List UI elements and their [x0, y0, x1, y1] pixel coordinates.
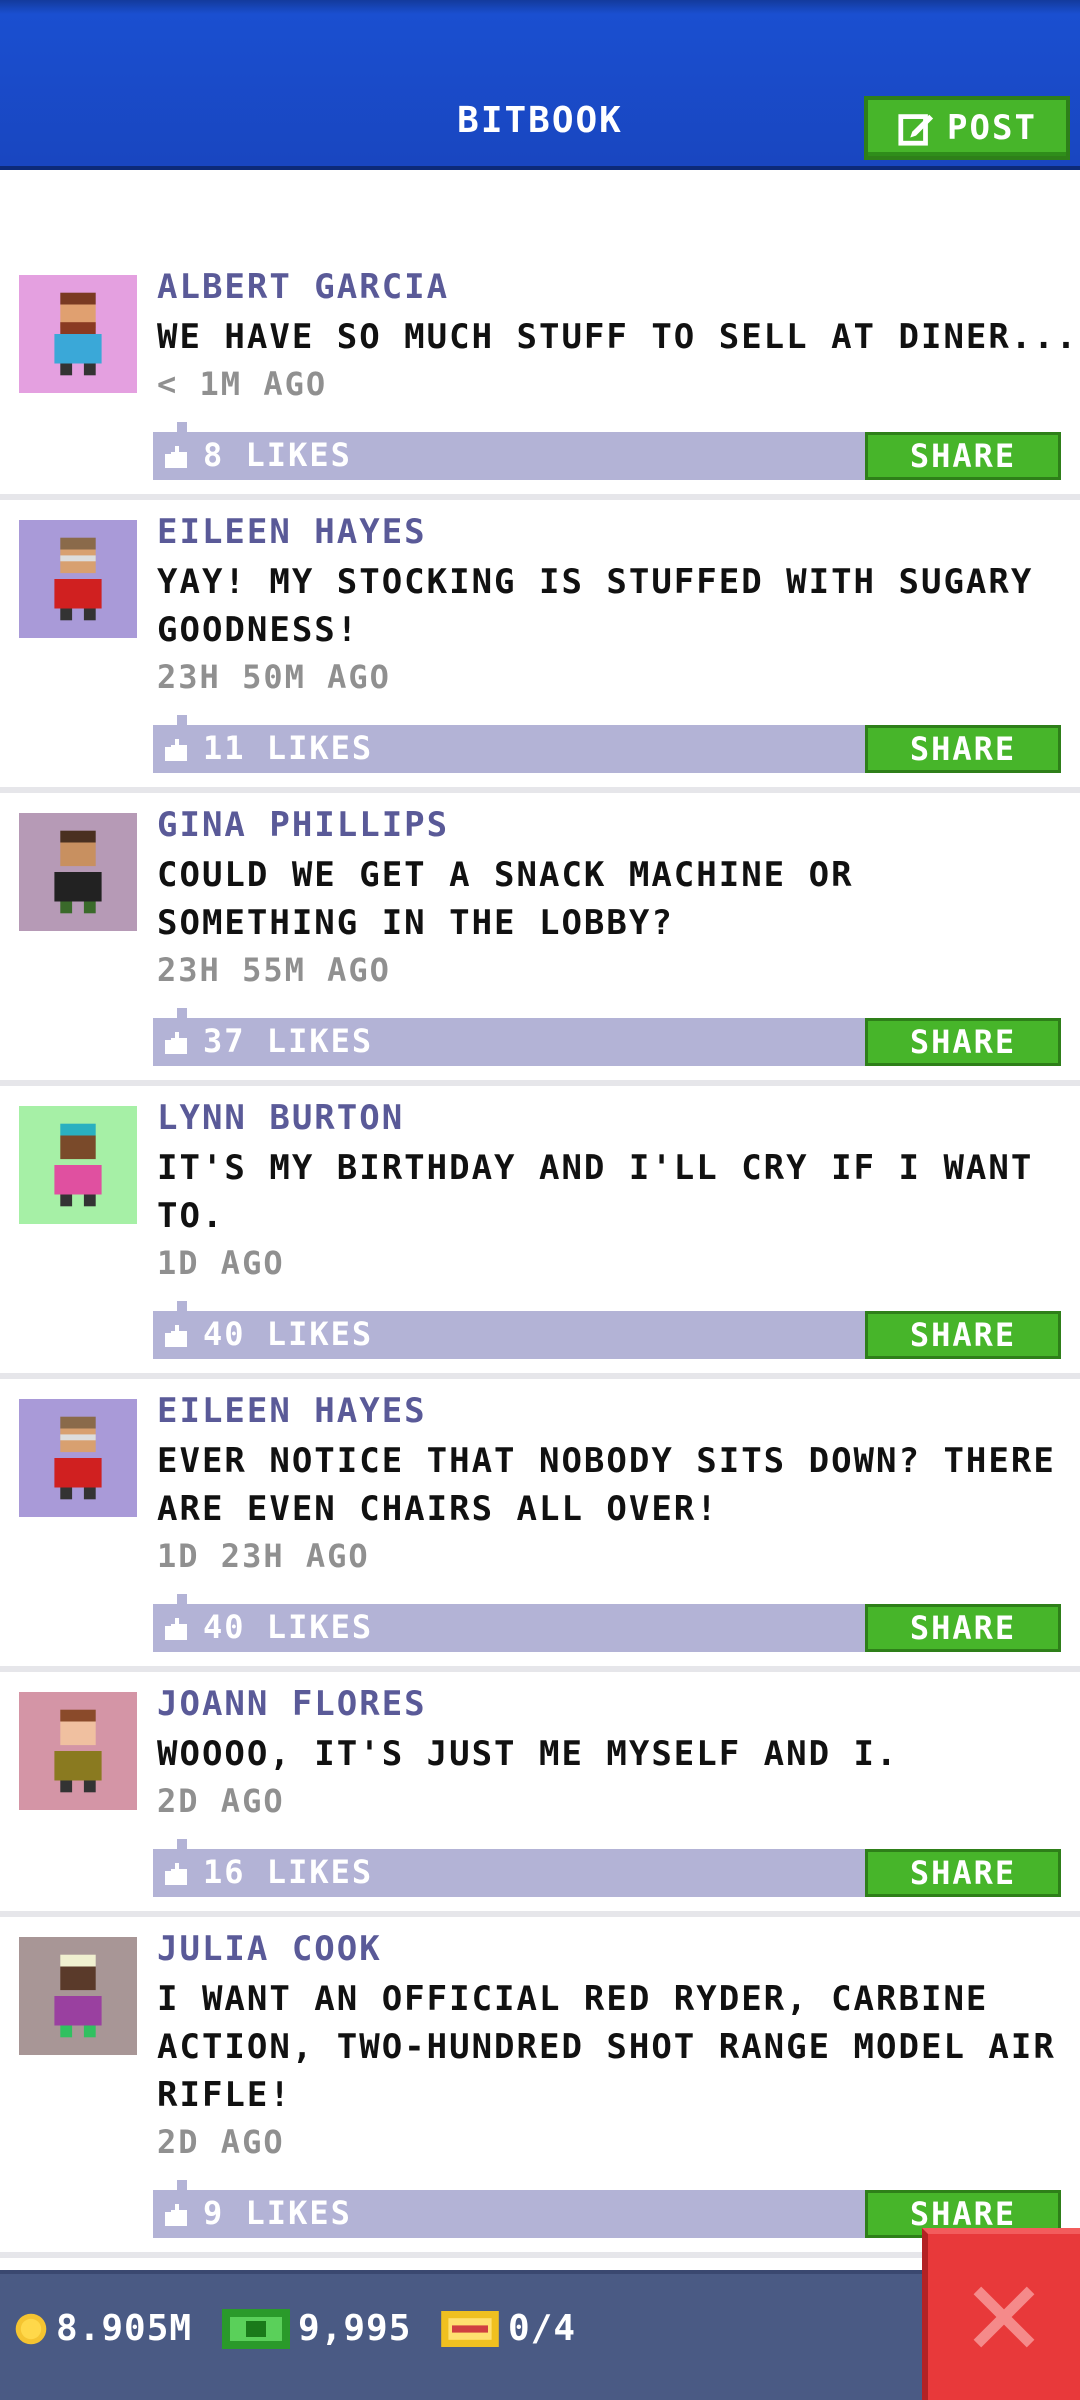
post-time: < 1M AGO: [157, 365, 328, 403]
character-avatar-icon: [54, 830, 102, 914]
character-avatar-icon: [54, 1709, 102, 1793]
post-time: 23H 50M AGO: [157, 658, 391, 696]
post-text: I WANT AN OFFICIAL RED RYDER, CARBINE AC…: [157, 1979, 1056, 2115]
thumbs-up-icon: [165, 446, 187, 468]
feed-post: GINA PHILLIPS COULD WE GET A SNACK MACHI…: [0, 793, 1080, 1086]
avatar: [19, 813, 137, 931]
coins-stat: 8.905M: [14, 2308, 192, 2349]
post-text: YAY! MY STOCKING IS STUFFED WITH SUGARY …: [157, 562, 1034, 650]
close-button[interactable]: [922, 2228, 1080, 2400]
share-button[interactable]: SHARE: [865, 1604, 1061, 1652]
thumbs-up-icon: [165, 739, 187, 761]
character-avatar-icon: [54, 1954, 102, 2038]
avatar: [19, 1106, 137, 1224]
post-button[interactable]: POST: [864, 96, 1070, 160]
thumbs-up-icon: [165, 1863, 187, 1885]
bux-stat: 9,995: [222, 2308, 411, 2349]
likes-bar: 37 LIKES SHARE: [153, 1008, 1061, 1066]
bux-value: 9,995: [298, 2308, 412, 2349]
post-text: COULD WE GET A SNACK MACHINE OR SOMETHIN…: [157, 855, 854, 943]
likes-bar: 40 LIKES SHARE: [153, 1301, 1061, 1359]
likes-count: 9 LIKES: [203, 2194, 352, 2232]
character-avatar-icon: [54, 537, 102, 621]
ticket-icon: [441, 2310, 499, 2347]
feed-post: ALBERT GARCIA WE HAVE SO MUCH STUFF TO S…: [0, 255, 1080, 500]
feed-post: EILEEN HAYES YAY! MY STOCKING IS STUFFED…: [0, 500, 1080, 793]
post-button-label: POST: [947, 108, 1037, 148]
feed-post: EILEEN HAYES EVER NOTICE THAT NOBODY SIT…: [0, 1379, 1080, 1672]
thumbs-up-icon: [165, 1032, 187, 1054]
likes-bar: 11 LIKES SHARE: [153, 715, 1061, 773]
thumbs-up-icon: [165, 2204, 187, 2226]
likes-bar: 8 LIKES SHARE: [153, 422, 1061, 480]
post-time: 2D AGO: [157, 1782, 285, 1820]
post-text: WOOOO, IT'S JUST ME MYSELF AND I.: [157, 1734, 899, 1774]
post-author[interactable]: LYNN BURTON: [157, 1098, 404, 1138]
post-feed: ALBERT GARCIA WE HAVE SO MUCH STUFF TO S…: [0, 255, 1080, 2258]
post-text: EVER NOTICE THAT NOBODY SITS DOWN? THERE…: [157, 1441, 1056, 1529]
edit-icon: [898, 114, 934, 146]
avatar: [19, 1937, 137, 2055]
character-avatar-icon: [54, 1416, 102, 1500]
coin-icon: [15, 2313, 47, 2344]
likes-bar: 40 LIKES SHARE: [153, 1594, 1061, 1652]
thumbs-up-icon: [165, 1325, 187, 1347]
close-icon: [973, 2286, 1035, 2348]
bitbook-screen: BITBOOK POST ALBERT GARCIA WE HAVE SO MU…: [0, 0, 1080, 2400]
thumbs-up-icon: [165, 1618, 187, 1640]
likes-count: 8 LIKES: [203, 436, 352, 474]
likes-count: 11 LIKES: [203, 729, 374, 767]
feed-post: JULIA COOK I WANT AN OFFICIAL RED RYDER,…: [0, 1917, 1080, 2258]
share-button[interactable]: SHARE: [865, 1849, 1061, 1897]
feed-post: LYNN BURTON IT'S MY BIRTHDAY AND I'LL CR…: [0, 1086, 1080, 1379]
likes-count: 40 LIKES: [203, 1608, 374, 1646]
post-text: WE HAVE SO MUCH STUFF TO SELL AT DINER..…: [157, 317, 1079, 357]
share-button[interactable]: SHARE: [865, 725, 1061, 773]
post-time: 2D AGO: [157, 2123, 285, 2161]
post-time: 1D AGO: [157, 1244, 285, 1282]
avatar: [19, 1692, 137, 1810]
post-author[interactable]: JULIA COOK: [157, 1929, 382, 1969]
tickets-value: 0/4: [508, 2308, 577, 2349]
likes-count: 37 LIKES: [203, 1022, 374, 1060]
avatar: [19, 520, 137, 638]
header-bar: BITBOOK POST: [0, 0, 1080, 170]
cash-icon: [222, 2308, 290, 2349]
likes-count: 40 LIKES: [203, 1315, 374, 1353]
feed-post: JOANN FLORES WOOOO, IT'S JUST ME MYSELF …: [0, 1672, 1080, 1917]
likes-count: 16 LIKES: [203, 1853, 374, 1891]
tickets-stat: 0/4: [440, 2308, 576, 2349]
share-button[interactable]: SHARE: [865, 1018, 1061, 1066]
post-text: IT'S MY BIRTHDAY AND I'LL CRY IF I WANT …: [157, 1148, 1034, 1236]
avatar: [19, 1399, 137, 1517]
bottom-status-bar: 8.905M 9,995 0/4: [0, 2270, 1080, 2400]
avatar: [19, 275, 137, 393]
post-author[interactable]: GINA PHILLIPS: [157, 805, 449, 845]
character-avatar-icon: [54, 292, 102, 376]
share-button[interactable]: SHARE: [865, 432, 1061, 480]
post-time: 23H 55M AGO: [157, 951, 391, 989]
character-avatar-icon: [54, 1123, 102, 1207]
likes-bar: 16 LIKES SHARE: [153, 1839, 1061, 1897]
post-author[interactable]: EILEEN HAYES: [157, 1391, 427, 1431]
post-author[interactable]: EILEEN HAYES: [157, 512, 427, 552]
coins-value: 8.905M: [56, 2308, 193, 2349]
post-time: 1D 23H AGO: [157, 1537, 370, 1575]
post-author[interactable]: JOANN FLORES: [157, 1684, 427, 1724]
post-author[interactable]: ALBERT GARCIA: [157, 267, 449, 307]
share-button[interactable]: SHARE: [865, 1311, 1061, 1359]
